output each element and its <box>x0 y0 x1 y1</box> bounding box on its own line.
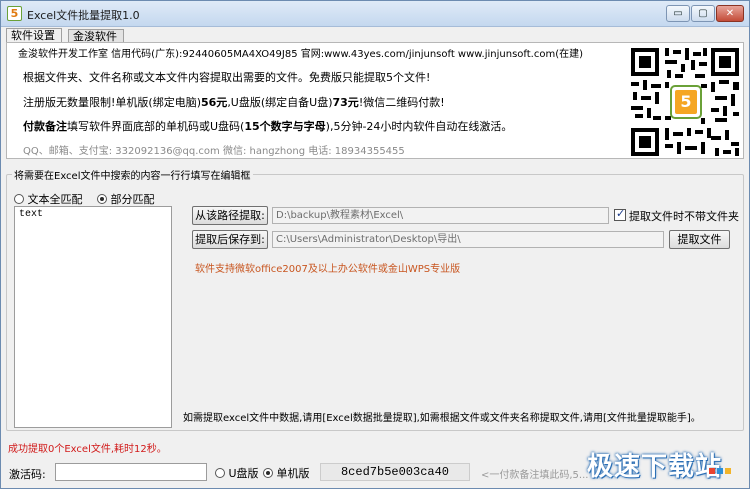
payment-note-chars: 15个数字与字母 <box>244 120 326 133</box>
pricing-info: 注册版无数量限制!单机版(绑定电脑)56元,U盘版(绑定自备U盘)73元!微信二… <box>23 94 445 110</box>
pricing-suffix: !微信二维码付款! <box>358 96 445 109</box>
radio-partial-match-label: 部分匹配 <box>110 193 155 206</box>
wechat-qr-code: 5 <box>629 46 741 158</box>
radio-usb-label: U盘版 <box>228 467 259 480</box>
payment-note-label: 付款备注 <box>23 120 67 133</box>
radio-partial-match-dot[interactable] <box>97 194 107 204</box>
payment-note-info: 付款备注填写软件界面底部的单机码或U盘码(15个数字与字母),5分钟-24小时内… <box>23 118 512 134</box>
feature-description: 根据文件夹、文件名称或文本文件内容提取出需要的文件。免费版只能提取5个文件! <box>23 71 431 84</box>
source-path-field[interactable]: D:\backup\教程素材\Excel\ <box>272 207 609 224</box>
payment-note-mid: 填写软件界面底部的单机码或U盘码( <box>67 120 245 133</box>
tab-jinjun-software[interactable]: 金浚软件 <box>68 29 124 43</box>
title-bar[interactable]: 5 Excel文件批量提取1.0 ▭ ▢ ✕ <box>1 1 749 27</box>
radio-usb-dot[interactable] <box>215 468 225 478</box>
pricing-mid: ,U盘版(绑定自备U盘) <box>227 96 333 109</box>
activation-code-label: 激活码: <box>9 468 46 481</box>
radio-pc-label: 单机版 <box>276 467 310 480</box>
keywords-textarea[interactable]: text <box>14 206 172 428</box>
watermark-dots <box>709 464 733 477</box>
radio-pc-dot[interactable] <box>263 468 273 478</box>
app-window: 5 Excel文件批量提取1.0 ▭ ▢ ✕ 软件设置 金浚软件 金浚软件开发工… <box>0 0 750 489</box>
dest-path-button[interactable]: 提取后保存到: <box>192 230 268 249</box>
tab-settings[interactable]: 软件设置 <box>6 28 62 43</box>
radio-full-match-label: 文本全匹配 <box>27 193 83 206</box>
close-button[interactable]: ✕ <box>716 5 744 22</box>
related-tools-note: 如需提取excel文件中数据,请用[Excel数据批量提取],如需根据文件或文件… <box>183 413 701 424</box>
machine-code-field[interactable]: 8ced7b5e003ca40 <box>320 463 470 481</box>
price-pc: 56元 <box>201 96 228 109</box>
no-folder-checkbox[interactable] <box>614 207 626 221</box>
site-watermark-logo: 极速下载站 <box>587 442 743 482</box>
payment-note-suffix: ),5分钟-24小时内软件自动在线激活。 <box>325 120 513 133</box>
radio-partial-match[interactable]: 部分匹配 <box>97 191 155 207</box>
activation-code-input[interactable] <box>55 463 207 481</box>
maximize-button[interactable]: ▢ <box>691 5 715 22</box>
radio-full-match-dot[interactable] <box>14 194 24 204</box>
radio-usb-version[interactable]: U盘版 <box>215 465 259 481</box>
info-panel: 金浚软件开发工作室 信用代码(广东):92440605MA4XO49J85 官网… <box>6 42 744 159</box>
extract-files-button[interactable]: 提取文件 <box>669 230 730 249</box>
app-icon: 5 <box>7 6 22 21</box>
pricing-prefix: 注册版无数量限制!单机版(绑定电脑) <box>23 96 201 109</box>
contact-info: QQ、邮箱、支付宝: 332092136@qq.com 微信: hangzhon… <box>23 146 405 157</box>
machine-code-hint: <一付款备注填此码,5... <box>481 470 589 481</box>
company-info: 金浚软件开发工作室 信用代码(广东):92440605MA4XO49J85 官网… <box>18 49 584 60</box>
no-folder-checkbox-label: 提取文件时不带文件夹 <box>629 210 739 223</box>
search-group-title: 将需要在Excel文件中搜索的内容一行行填写在编辑框 <box>12 167 253 182</box>
status-message: 成功提取0个Excel文件,耗时12秒。 <box>8 444 167 455</box>
window-title: Excel文件批量提取1.0 <box>27 9 140 22</box>
price-usb: 73元 <box>332 96 359 109</box>
radio-full-match[interactable]: 文本全匹配 <box>14 191 83 207</box>
watermark-text: 极速下载站 <box>587 452 723 482</box>
office-support-note: 软件支持微软office2007及以上办公软件或金山WPS专业版 <box>195 264 461 275</box>
qr-center-logo: 5 <box>680 92 692 111</box>
dest-path-field[interactable]: C:\Users\Administrator\Desktop\导出\ <box>272 231 664 248</box>
radio-pc-version[interactable]: 单机版 <box>263 465 310 481</box>
minimize-button[interactable]: ▭ <box>666 5 690 22</box>
source-path-button[interactable]: 从该路径提取: <box>192 206 268 225</box>
